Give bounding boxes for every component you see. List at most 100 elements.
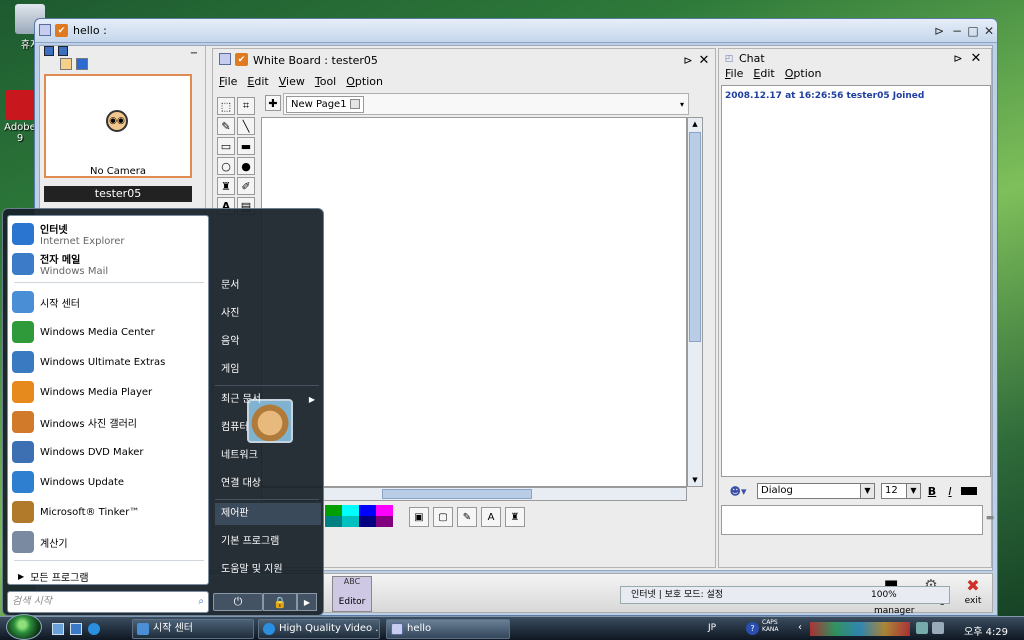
language-indicator[interactable]: JP [708, 623, 716, 633]
color-swatch[interactable] [342, 516, 359, 527]
shutdown-options-button[interactable]: ▶ [297, 593, 317, 611]
filled-ellipse-icon[interactable]: ● [237, 157, 255, 175]
text-box-icon[interactable]: A [481, 507, 501, 527]
minimize-button[interactable]: − [949, 23, 965, 39]
menu-tool[interactable]: Tool [315, 75, 336, 88]
text-color-button[interactable] [961, 487, 977, 495]
switch-windows-icon[interactable] [70, 623, 82, 635]
layout-icon[interactable] [44, 46, 54, 56]
start-connect-to[interactable]: 연결 대상 [215, 473, 321, 495]
recent-item[interactable]: Windows Update [12, 468, 206, 496]
close-button[interactable]: ✕ [697, 53, 711, 68]
clock[interactable]: 오후 4:29 [964, 623, 1008, 638]
send-icon[interactable]: ▬ [985, 511, 995, 525]
tray-expand-icon[interactable]: ‹ [798, 622, 802, 633]
pin-button[interactable]: ⊳ [681, 53, 695, 67]
recent-item[interactable]: Windows Ultimate Extras [12, 348, 206, 376]
menu-file[interactable]: File [725, 67, 743, 80]
close-button[interactable]: ✕ [969, 51, 983, 66]
volume-icon[interactable] [932, 622, 944, 634]
recent-item[interactable]: Windows Media Center [12, 318, 206, 346]
highlighter-icon[interactable]: ✐ [237, 177, 255, 195]
video-mode-icon[interactable] [60, 58, 72, 70]
start-pictures[interactable]: 사진 [215, 303, 321, 325]
start-music[interactable]: 음악 [215, 331, 321, 353]
ellipse-icon[interactable]: ○ [217, 157, 235, 175]
task-hello[interactable]: hello [386, 619, 510, 639]
pinned-mail[interactable]: 전자 메일 Windows Mail [12, 250, 206, 278]
start-help[interactable]: 도움말 및 지원 [215, 559, 321, 581]
line-icon[interactable]: ╲ [237, 117, 255, 135]
horizontal-scrollbar[interactable]: ▶ [261, 487, 733, 501]
power-button[interactable]: ⏻ [213, 593, 263, 611]
lock-button[interactable]: 🔒 [263, 593, 297, 611]
recent-item[interactable]: 계산기 [12, 528, 206, 556]
start-games[interactable]: 게임 [215, 359, 321, 381]
scroll-down-icon[interactable]: ▼ [688, 474, 702, 486]
stamp-tool-icon[interactable]: ♜ [505, 507, 525, 527]
screen-mode-icon[interactable] [76, 58, 88, 70]
open-image-icon[interactable]: ▢ [433, 507, 453, 527]
italic-button[interactable]: I [943, 483, 957, 499]
editor-button[interactable]: ABC Editor [332, 576, 372, 612]
hello-title-bar[interactable]: ✔ hello : ⊳ − □ ✕ [35, 19, 997, 43]
recent-item[interactable]: Windows Media Player [12, 378, 206, 406]
recent-item[interactable]: Windows DVD Maker [12, 438, 206, 466]
start-documents[interactable]: 문서 [215, 275, 321, 297]
scroll-thumb[interactable] [689, 132, 701, 342]
tray-icons[interactable] [810, 622, 910, 636]
start-recent-documents[interactable]: 최근 문서 ▶ [215, 389, 321, 411]
close-button[interactable]: ✕ [981, 23, 997, 39]
pin-button[interactable]: ⊳ [931, 23, 947, 39]
tab-scroll-icon[interactable]: ▾ [676, 96, 688, 112]
pin-button[interactable]: ⊳ [951, 51, 965, 65]
page-tab-menu-icon[interactable] [350, 99, 360, 109]
scroll-up-icon[interactable]: ▲ [688, 118, 702, 130]
select-free-icon[interactable]: ⌗ [237, 97, 255, 115]
exit-button[interactable]: ✖ exit [956, 576, 990, 612]
bold-button[interactable]: B [925, 483, 939, 499]
start-button[interactable] [6, 614, 42, 640]
recent-item[interactable]: Windows 사진 갤러리 [12, 408, 206, 436]
color-swatch[interactable] [376, 505, 393, 516]
show-desktop-icon[interactable] [52, 623, 64, 635]
scroll-thumb[interactable] [382, 489, 532, 499]
start-network[interactable]: 네트워크 [215, 445, 321, 467]
pencil-icon[interactable]: ✎ [217, 117, 235, 135]
menu-edit[interactable]: Edit [247, 75, 268, 88]
add-page-button[interactable]: ✚ [265, 95, 281, 111]
color-swatch[interactable] [376, 516, 393, 527]
panel-minimize-button[interactable]: − [188, 48, 200, 59]
color-swatch[interactable] [359, 505, 376, 516]
start-computer[interactable]: 컴퓨터 [215, 417, 321, 439]
task-welcome-center[interactable]: 시작 센터 [132, 619, 254, 639]
menu-edit[interactable]: Edit [753, 67, 774, 80]
stamp-icon[interactable]: ♜ [217, 177, 235, 195]
color-swatch[interactable] [359, 516, 376, 527]
select-rect-icon[interactable]: ⬚ [217, 97, 235, 115]
color-swatch[interactable] [342, 505, 359, 516]
color-swatch[interactable] [325, 516, 342, 527]
whiteboard-canvas[interactable] [261, 117, 687, 487]
start-control-panel[interactable]: 제어판 [215, 503, 321, 525]
menu-option[interactable]: Option [785, 67, 822, 80]
layout-icon[interactable] [58, 46, 68, 56]
network-icon[interactable] [916, 622, 928, 634]
emoticon-button[interactable]: ☻▾ [725, 483, 751, 499]
recent-item[interactable]: Microsoft® Tinker™ [12, 498, 206, 526]
menu-file[interactable]: File [219, 75, 237, 88]
font-size-select[interactable]: 12 ▼ [881, 483, 921, 499]
internet-explorer-icon[interactable] [88, 623, 100, 635]
page-tab[interactable]: New Page1 [286, 96, 364, 113]
pinned-internet[interactable]: 인터넷 Internet Explorer [12, 220, 206, 248]
task-video[interactable]: High Quality Video ... [258, 619, 380, 639]
chat-input[interactable] [721, 505, 983, 535]
color-swatch[interactable] [325, 505, 342, 516]
recent-item[interactable]: 시작 센터 [12, 288, 206, 316]
maximize-button[interactable]: □ [965, 23, 981, 39]
edit-image-icon[interactable]: ✎ [457, 507, 477, 527]
help-icon[interactable]: ? [746, 622, 759, 635]
chat-log[interactable]: 2008.12.17 at 16:26:56 tester05 Joined [721, 85, 991, 477]
ime-status[interactable]: CAPS KANA [762, 619, 779, 633]
save-image-icon[interactable]: ▣ [409, 507, 429, 527]
